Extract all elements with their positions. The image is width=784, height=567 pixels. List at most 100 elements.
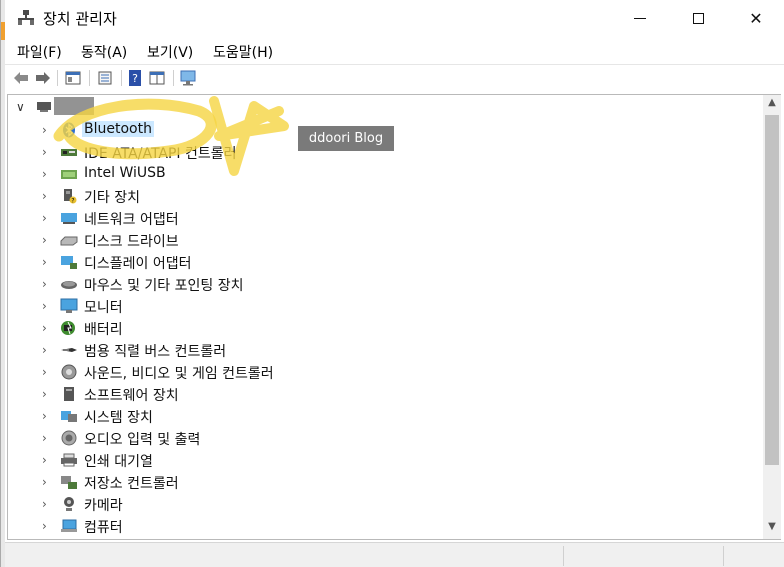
disk-drive-icon xyxy=(60,232,78,248)
scroll-down-arrow-icon[interactable]: ▼ xyxy=(763,521,781,537)
display-adapter-icon xyxy=(60,254,78,270)
tree-item-storage-controller[interactable]: › 저장소 컨트롤러 xyxy=(8,471,748,493)
tree-item-label: 컴퓨터 xyxy=(84,520,123,536)
blog-watermark: ddoori Blog xyxy=(298,126,394,151)
menu-help[interactable]: 도움말(H) xyxy=(213,42,273,62)
tree-item-software-device[interactable]: › 소프트웨어 장치 xyxy=(8,383,748,405)
chevron-right-icon[interactable]: › xyxy=(42,519,47,533)
chevron-right-icon[interactable]: › xyxy=(42,255,47,269)
usb-device-icon xyxy=(60,166,78,182)
tree-item-sound[interactable]: › 사운드, 비디오 및 게임 컨트롤러 xyxy=(8,361,748,383)
maximize-button[interactable] xyxy=(669,0,727,36)
tree-item-label: 디스플레이 어댑터 xyxy=(84,256,192,272)
chevron-right-icon[interactable]: › xyxy=(42,453,47,467)
chevron-right-icon[interactable]: › xyxy=(42,211,47,225)
status-pane-divider xyxy=(723,546,724,566)
properties-button[interactable] xyxy=(95,69,115,87)
back-arrow-icon xyxy=(14,72,28,84)
status-bar xyxy=(5,542,784,567)
tree-item-audio-io[interactable]: › 오디오 입력 및 출력 xyxy=(8,427,748,449)
tree-item-label: Bluetooth xyxy=(82,121,154,137)
menu-action[interactable]: 동작(A) xyxy=(81,42,127,62)
chevron-right-icon[interactable]: › xyxy=(42,123,47,137)
bluetooth-icon xyxy=(60,122,78,138)
scrollbar-thumb[interactable] xyxy=(765,115,779,465)
minimize-button[interactable] xyxy=(611,0,669,36)
tree-item-monitor[interactable]: › 모니터 xyxy=(8,295,748,317)
back-button[interactable] xyxy=(11,69,31,87)
svg-text:?: ? xyxy=(71,198,74,205)
system-device-icon xyxy=(60,408,78,424)
chevron-right-icon[interactable]: › xyxy=(42,475,47,489)
menu-bar: 파일(F) 동작(A) 보기(V) 도움말(H) xyxy=(5,38,784,62)
device-tree[interactable]: ∨ › Bluetooth › IDE ATA/ATAPI 컨트롤러 › Intel Wi… xyxy=(7,94,763,540)
chevron-right-icon[interactable]: › xyxy=(42,189,47,203)
camera-icon xyxy=(60,496,78,512)
sound-icon xyxy=(60,364,78,380)
menu-file[interactable]: 파일(F) xyxy=(17,42,62,62)
chevron-right-icon[interactable]: › xyxy=(42,497,47,511)
vertical-scrollbar[interactable]: ▲ ▼ xyxy=(763,94,781,540)
device-manager-app-icon xyxy=(18,10,34,25)
chevron-right-icon[interactable]: › xyxy=(42,431,47,445)
tree-item-usb-device[interactable]: › Intel WiUSB xyxy=(8,163,748,185)
tree-item-disk-drive[interactable]: › 디스크 드라이브 xyxy=(8,229,748,251)
chevron-right-icon[interactable]: › xyxy=(42,299,47,313)
menu-view[interactable]: 보기(V) xyxy=(147,42,193,62)
properties-pane-icon xyxy=(65,71,81,85)
monitor-icon xyxy=(60,298,78,314)
tree-item-label: Intel WiUSB xyxy=(84,165,166,181)
computer-root-icon xyxy=(37,102,51,112)
forward-button[interactable] xyxy=(33,69,53,87)
toolbar-separator xyxy=(173,70,174,86)
audio-io-icon xyxy=(60,430,78,446)
tree-item-label: 사운드, 비디오 및 게임 컨트롤러 xyxy=(84,366,274,382)
tree-item-display-adapter[interactable]: › 디스플레이 어댑터 xyxy=(8,251,748,273)
tree-item-label: 기타 장치 xyxy=(84,190,140,206)
chevron-right-icon[interactable]: › xyxy=(42,343,47,357)
tree-item-network-adapter[interactable]: › 네트워크 어댑터 xyxy=(8,207,748,229)
chevron-right-icon[interactable]: › xyxy=(42,167,47,181)
tree-item-mouse[interactable]: › 마우스 및 기타 포인팅 장치 xyxy=(8,273,748,295)
mouse-icon xyxy=(60,276,78,292)
tree-item-label: 디스크 드라이브 xyxy=(84,234,179,250)
tree-item-print-queue[interactable]: › 인쇄 대기열 xyxy=(8,449,748,471)
view-button[interactable] xyxy=(147,69,167,87)
chevron-right-icon[interactable]: › xyxy=(42,277,47,291)
chevron-right-icon[interactable]: › xyxy=(42,233,47,247)
chevron-right-icon[interactable]: › xyxy=(42,145,47,159)
tree-item-label: 범용 직렬 버스 컨트롤러 xyxy=(84,344,227,360)
tree-item-usb-controller[interactable]: › 범용 직렬 버스 컨트롤러 xyxy=(8,339,748,361)
tree-item-system-device[interactable]: › 시스템 장치 xyxy=(8,405,748,427)
tree-item-label: 저장소 컨트롤러 xyxy=(84,476,179,492)
chevron-right-icon[interactable]: › xyxy=(42,321,47,335)
redacted-computer-name xyxy=(54,97,94,115)
tree-item-computer[interactable]: › 컴퓨터 xyxy=(8,515,748,537)
chevron-right-icon[interactable]: › xyxy=(42,365,47,379)
tree-item-label: 카메라 xyxy=(84,498,123,514)
tree-item-label: 네트워크 어댑터 xyxy=(84,212,179,228)
title-bar[interactable]: 장치 관리자 ✕ xyxy=(5,0,784,36)
scroll-up-arrow-icon[interactable]: ▲ xyxy=(763,97,781,113)
scan-hardware-button[interactable] xyxy=(179,69,199,87)
toolbar-separator xyxy=(89,70,90,86)
tree-item-battery[interactable]: › 배터리 xyxy=(8,317,748,339)
tree-item-other-device[interactable]: ›? 기타 장치 xyxy=(8,185,748,207)
help-button[interactable]: ? xyxy=(125,69,145,87)
battery-icon xyxy=(60,320,78,336)
tree-item-label: IDE ATA/ATAPI 컨트롤러 xyxy=(84,146,237,162)
tree-item-label: 모니터 xyxy=(84,300,123,316)
tree-root[interactable]: ∨ xyxy=(8,97,748,117)
other-device-icon: ? xyxy=(60,188,78,204)
device-manager-window: 장치 관리자 ✕ 파일(F) 동작(A) 보기(V) 도움말(H) ? ∨ › … xyxy=(0,0,784,567)
tree-item-label: 마우스 및 기타 포인팅 장치 xyxy=(84,278,244,294)
svg-text:?: ? xyxy=(132,72,138,85)
chevron-right-icon[interactable]: › xyxy=(42,387,47,401)
chevron-down-icon[interactable]: ∨ xyxy=(16,100,25,114)
tree-item-camera[interactable]: › 카메라 xyxy=(8,493,748,515)
close-button[interactable]: ✕ xyxy=(727,0,784,36)
minimize-icon xyxy=(634,17,646,19)
show-hide-pane-button[interactable] xyxy=(63,69,83,87)
toolbar-separator xyxy=(121,70,122,86)
chevron-right-icon[interactable]: › xyxy=(42,409,47,423)
